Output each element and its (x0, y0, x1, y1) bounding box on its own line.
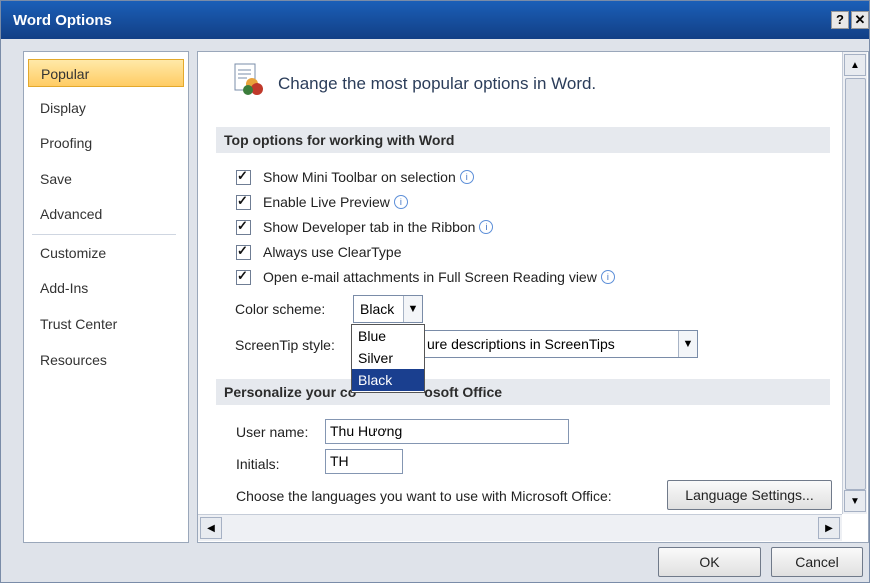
scroll-down-icon[interactable]: ▼ (844, 490, 866, 512)
language-settings-button[interactable]: Language Settings... (667, 480, 832, 510)
sidebar-item-customize[interactable]: Customize (28, 239, 184, 267)
dialog-title: Word Options (13, 12, 112, 29)
horizontal-scrollbar[interactable]: ◀ ▶ (198, 514, 842, 541)
color-scheme-option-black[interactable]: Black (352, 369, 424, 391)
option-cleartype[interactable]: Always use ClearType (236, 242, 402, 262)
help-button[interactable]: ? (831, 11, 849, 29)
initials-label: Initials: (236, 456, 280, 472)
sidebar-item-add-ins[interactable]: Add-Ins (28, 274, 184, 302)
options-panel: Change the most popular options in Word.… (197, 51, 869, 543)
sidebar-item-save[interactable]: Save (28, 165, 184, 193)
color-scheme-dropdown: Blue Silver Black (351, 324, 425, 393)
chevron-down-icon[interactable]: ▼ (403, 296, 422, 322)
vertical-scrollbar[interactable]: ▲ ▼ (842, 52, 867, 514)
sidebar-divider (32, 234, 176, 235)
sidebar-item-resources[interactable]: Resources (28, 346, 184, 374)
sidebar-item-popular[interactable]: Popular (28, 59, 184, 87)
screentip-style-label: ScreenTip style: (235, 337, 335, 353)
initials-input[interactable]: TH (325, 449, 403, 474)
section-header-personalize: Personalize your co osoft Office (216, 379, 830, 405)
sidebar-item-trust-center[interactable]: Trust Center (28, 310, 184, 338)
sidebar-item-advanced[interactable]: Advanced (28, 200, 184, 228)
options-header: Change the most popular options in Word. (278, 74, 597, 93)
color-scheme-option-blue[interactable]: Blue (352, 325, 424, 347)
option-developer-tab-label: Show Developer tab in the Ribbon (263, 219, 476, 235)
user-name-input[interactable]: Thu Hương (325, 419, 569, 444)
info-icon[interactable]: i (600, 270, 615, 284)
sidebar: Popular Display Proofing Save Advanced C… (23, 51, 189, 543)
scroll-right-icon[interactable]: ▶ (818, 517, 840, 539)
cancel-button[interactable]: Cancel (771, 547, 863, 577)
options-content: Change the most popular options in Word.… (198, 52, 842, 514)
section-personalize-left: Personalize your co (224, 384, 357, 400)
info-icon[interactable]: i (393, 195, 408, 209)
checkbox-mini-toolbar[interactable] (236, 168, 251, 185)
screentip-style-select[interactable]: ure descriptions in ScreenTips ▼ (420, 330, 698, 358)
title-bar[interactable]: Word Options ? ✕ (1, 1, 869, 39)
color-scheme-select[interactable]: Black ▼ (353, 295, 423, 323)
color-scheme-label: Color scheme: (235, 301, 326, 317)
option-full-screen-reading[interactable]: Open e-mail attachments in Full Screen R… (236, 267, 615, 287)
scroll-up-icon[interactable]: ▲ (844, 54, 866, 76)
info-icon[interactable]: i (459, 170, 474, 184)
close-button[interactable]: ✕ (851, 11, 869, 29)
checkbox-full-screen-reading[interactable] (236, 268, 251, 285)
ok-button[interactable]: OK (658, 547, 761, 577)
sidebar-item-proofing[interactable]: Proofing (28, 129, 184, 157)
section-personalize-right: osoft Office (424, 384, 503, 400)
color-scheme-value: Black (360, 301, 395, 317)
option-live-preview-label: Enable Live Preview (263, 194, 390, 210)
option-live-preview[interactable]: Enable Live Preview i (236, 192, 408, 212)
checkbox-live-preview[interactable] (236, 193, 251, 210)
option-developer-tab[interactable]: Show Developer tab in the Ribbon i (236, 217, 494, 237)
screentip-style-value: ure descriptions in ScreenTips (427, 336, 615, 352)
section-header-top-options: Top options for working with Word (216, 127, 830, 153)
user-name-label: User name: (236, 424, 309, 440)
languages-label: Choose the languages you want to use wit… (236, 488, 612, 504)
sidebar-item-display[interactable]: Display (28, 94, 184, 122)
option-mini-toolbar[interactable]: Show Mini Toolbar on selection i (236, 167, 474, 187)
option-cleartype-label: Always use ClearType (263, 244, 402, 260)
options-header-icon (234, 63, 263, 95)
option-full-screen-reading-label: Open e-mail attachments in Full Screen R… (263, 269, 597, 285)
chevron-down-icon[interactable]: ▼ (678, 331, 697, 357)
option-mini-toolbar-label: Show Mini Toolbar on selection (263, 169, 456, 185)
color-scheme-option-silver[interactable]: Silver (352, 347, 424, 369)
vertical-scroll-thumb[interactable] (845, 78, 866, 490)
info-icon[interactable]: i (479, 220, 494, 234)
scroll-left-icon[interactable]: ◀ (200, 517, 222, 539)
checkbox-developer-tab[interactable] (236, 218, 251, 235)
word-options-dialog: Word Options ? ✕ Popular Display Proofin… (0, 0, 870, 583)
checkbox-cleartype[interactable] (236, 243, 251, 260)
